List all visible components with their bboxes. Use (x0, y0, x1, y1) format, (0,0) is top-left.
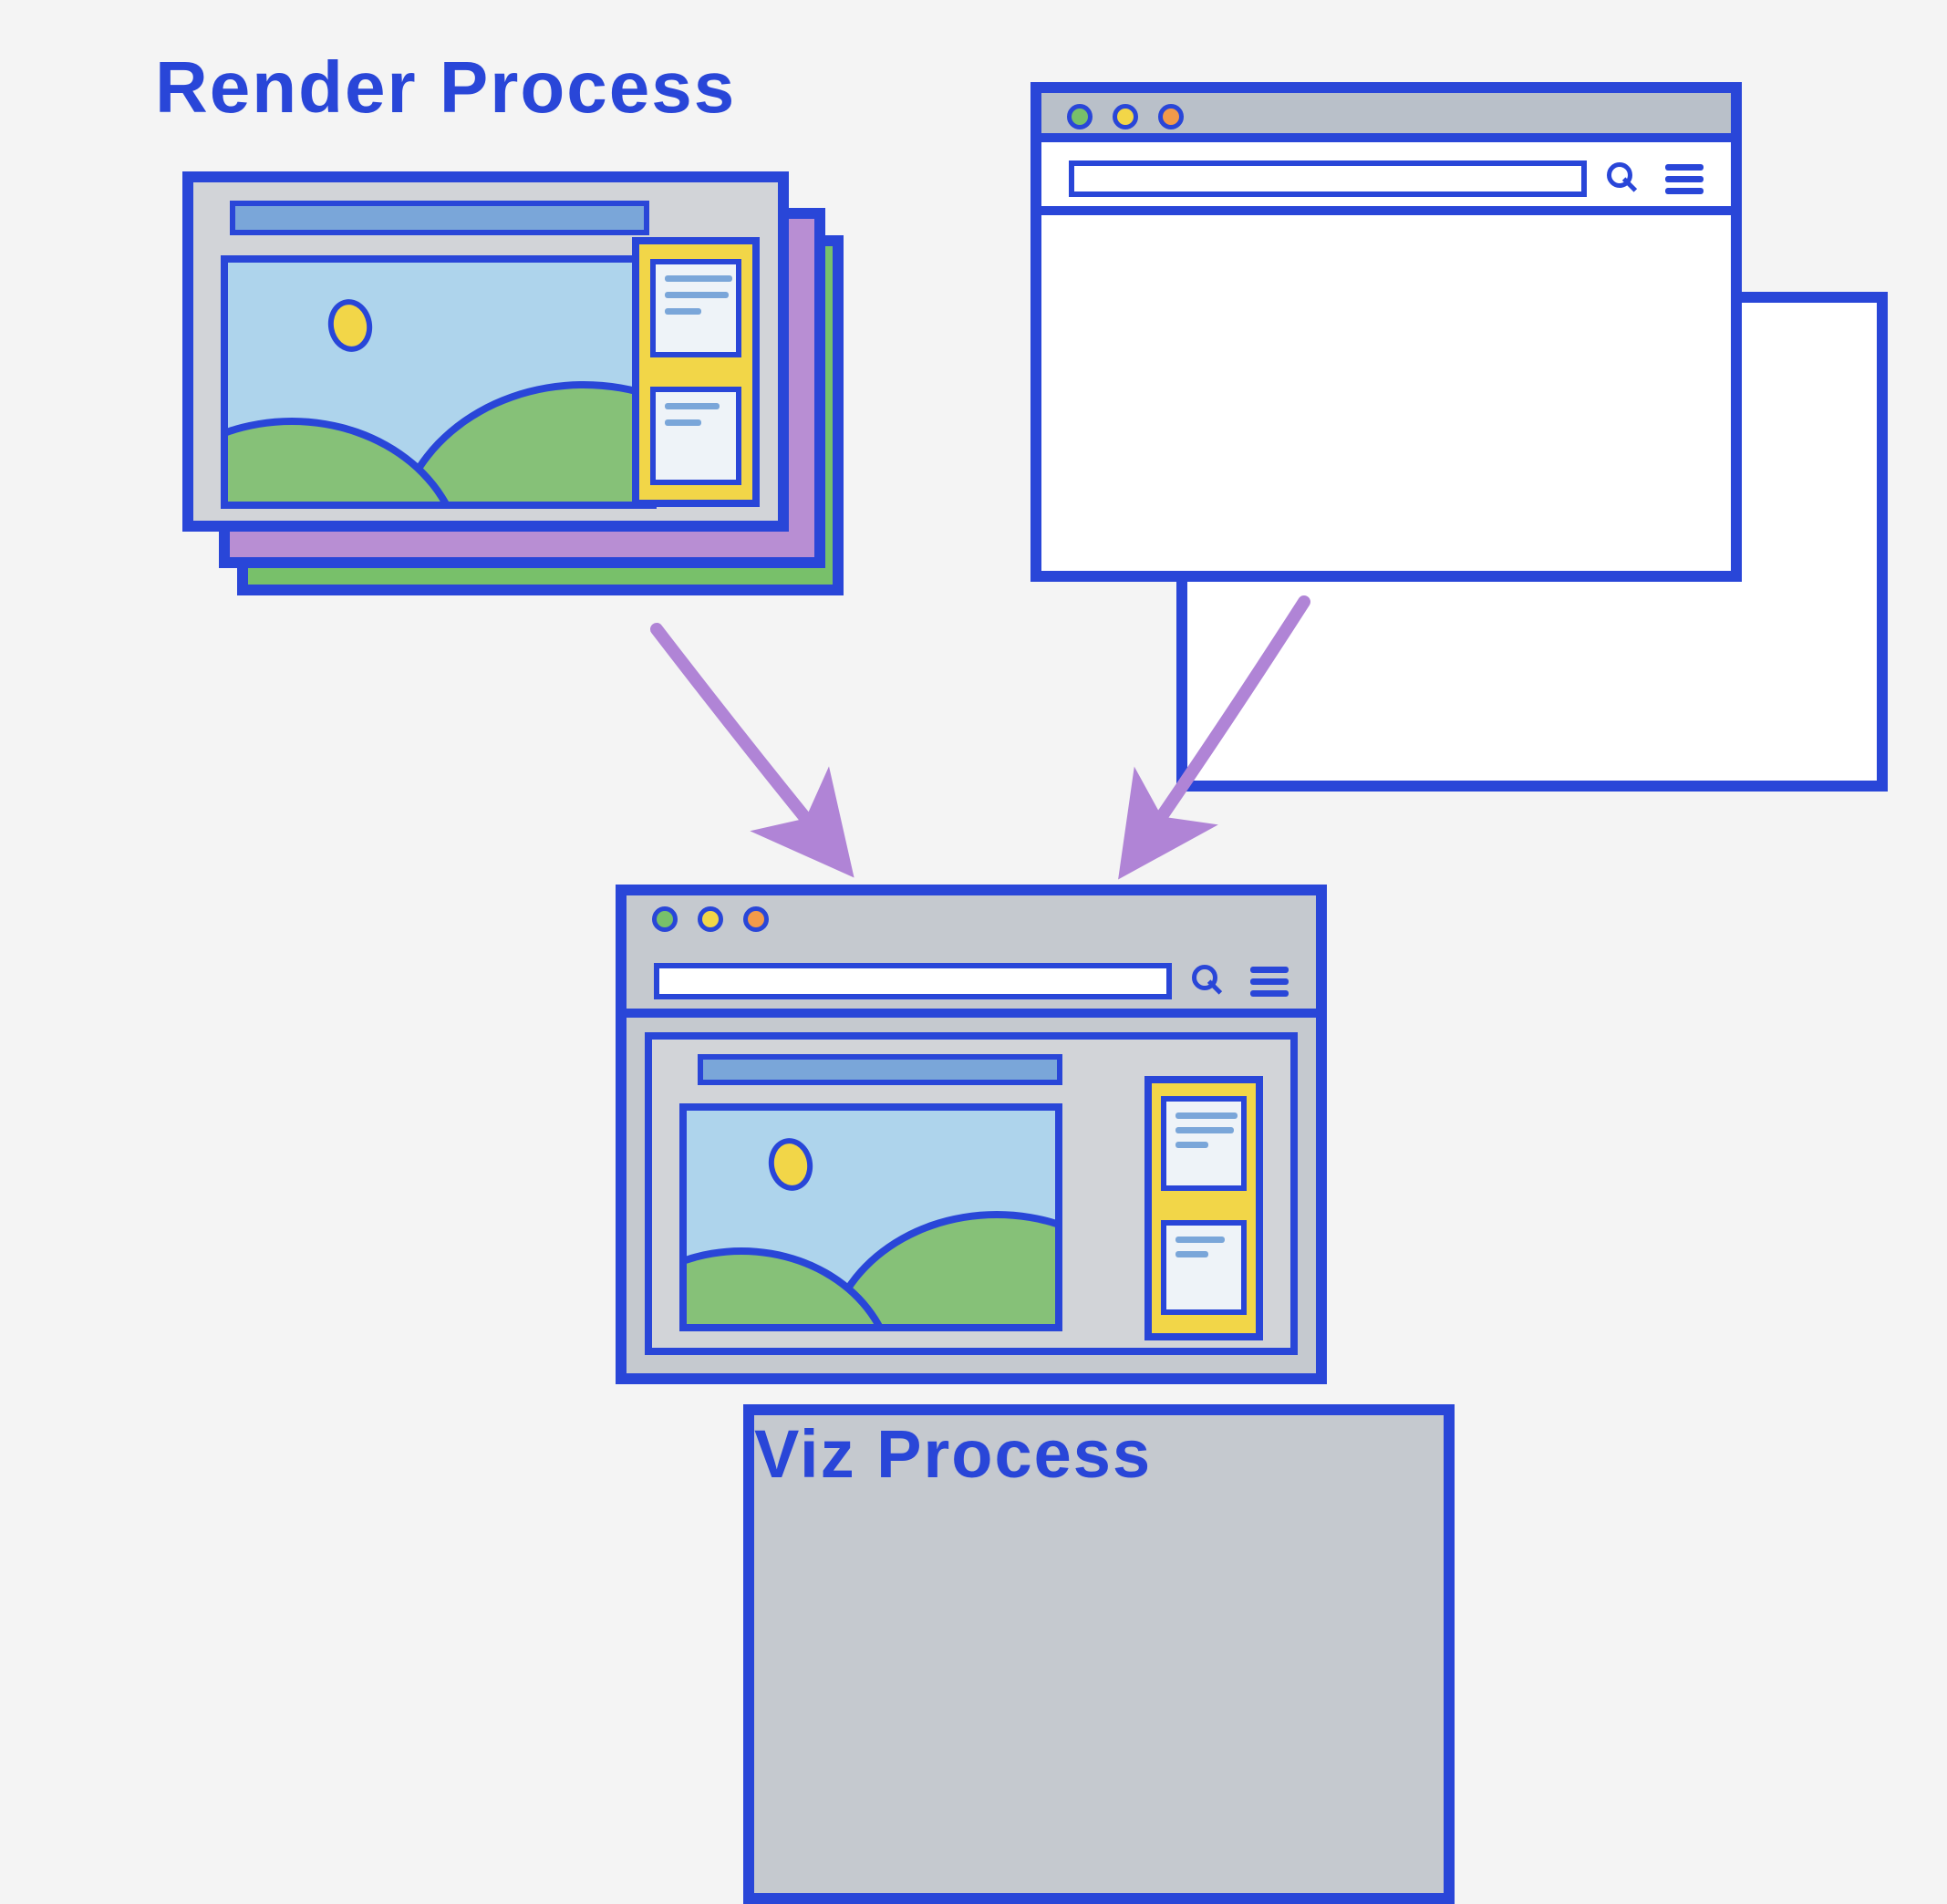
page-header-bar (230, 201, 649, 235)
text-line-icon (1175, 1237, 1225, 1243)
image-thumbnail (221, 255, 657, 509)
traffic-light-icon (698, 906, 723, 932)
page-header-bar (698, 1054, 1062, 1085)
hamburger-menu-icon (1665, 159, 1704, 200)
hamburger-menu-icon (1250, 961, 1289, 1002)
browser-toolbar (1041, 151, 1731, 215)
text-line-icon (665, 292, 729, 298)
composited-page (645, 1032, 1298, 1355)
sidebar-notes (632, 237, 760, 507)
text-line-icon (665, 275, 732, 282)
sidebar-notes (1144, 1076, 1263, 1340)
traffic-light-icon (1113, 104, 1138, 129)
note-card (1161, 1096, 1247, 1191)
text-line-icon (665, 419, 701, 426)
viz-process-label: Viz Process (743, 1404, 1455, 1904)
search-icon (1190, 965, 1223, 998)
note-card (650, 259, 741, 357)
traffic-light-icon (652, 906, 678, 932)
arrow-render-to-viz (657, 629, 830, 848)
text-line-icon (1175, 1251, 1208, 1257)
browser-process-node (1030, 82, 1742, 582)
address-bar (654, 963, 1172, 999)
image-thumbnail (679, 1103, 1062, 1331)
note-card (1161, 1220, 1247, 1315)
text-line-icon (1175, 1127, 1234, 1133)
sun-icon (324, 295, 376, 355)
search-icon (1605, 162, 1638, 195)
traffic-light-icon (1067, 104, 1093, 129)
text-line-icon (1175, 1142, 1208, 1148)
traffic-light-icon (1158, 104, 1184, 129)
text-line-icon (665, 308, 701, 315)
text-line-icon (1175, 1112, 1238, 1119)
viz-process-node (616, 885, 1327, 1384)
render-process-label: Render Process (155, 46, 736, 129)
sun-icon (764, 1134, 816, 1194)
stacked-frame-front (182, 171, 789, 532)
address-bar (1069, 160, 1587, 197)
window-titlebar (1041, 93, 1731, 142)
text-line-icon (665, 403, 720, 409)
note-card (650, 387, 741, 485)
traffic-light-icon (743, 906, 769, 932)
browser-toolbar (627, 954, 1316, 1018)
